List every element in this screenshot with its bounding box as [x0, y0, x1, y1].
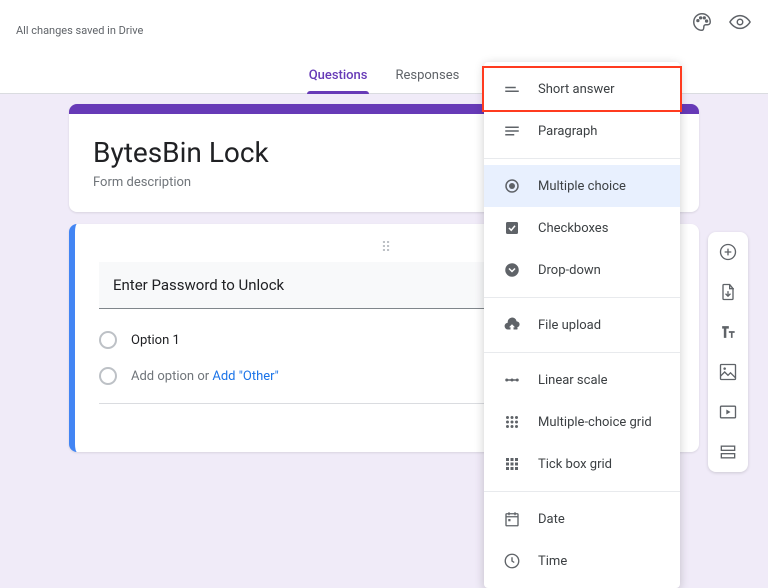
palette-icon[interactable]	[690, 10, 714, 34]
add-image-icon[interactable]	[718, 362, 738, 382]
dropdown-item-paragraph[interactable]: Paragraph	[484, 110, 680, 152]
option-label: Option 1	[131, 333, 180, 348]
tab-questions[interactable]: Questions	[309, 60, 368, 93]
radio-icon	[99, 331, 117, 349]
add-option-button[interactable]: Add option	[131, 369, 194, 384]
add-section-icon[interactable]	[718, 442, 738, 462]
add-title-icon[interactable]	[718, 322, 738, 342]
question-type-dropdown: Short answer Paragraph Multiple choice C…	[484, 62, 680, 588]
dropdown-item-file-upload[interactable]: File upload	[484, 304, 680, 346]
short-answer-icon	[502, 79, 522, 99]
import-questions-icon[interactable]	[718, 282, 738, 302]
preview-icon[interactable]	[728, 10, 752, 34]
add-question-icon[interactable]	[718, 242, 738, 262]
linear-scale-icon	[502, 370, 522, 390]
grid-square-icon	[502, 454, 522, 474]
paragraph-icon	[502, 121, 522, 141]
cloud-upload-icon	[502, 315, 522, 335]
separator	[484, 491, 680, 492]
dropdown-icon	[502, 260, 522, 280]
radio-icon	[502, 176, 522, 196]
checkbox-icon	[502, 218, 522, 238]
dropdown-item-checkboxes[interactable]: Checkboxes	[484, 207, 680, 249]
separator	[484, 352, 680, 353]
grid-icon	[502, 412, 522, 432]
dropdown-item-linear-scale[interactable]: Linear scale	[484, 359, 680, 401]
calendar-icon	[502, 509, 522, 529]
dropdown-item-date[interactable]: Date	[484, 498, 680, 540]
tab-responses[interactable]: Responses	[395, 60, 459, 93]
clock-icon	[502, 551, 522, 571]
dropdown-item-mc-grid[interactable]: Multiple-choice grid	[484, 401, 680, 443]
separator	[484, 297, 680, 298]
dropdown-item-multiple-choice[interactable]: Multiple choice	[484, 165, 680, 207]
dropdown-item-time[interactable]: Time	[484, 540, 680, 582]
radio-icon	[99, 367, 117, 385]
top-icons	[690, 10, 752, 34]
separator	[484, 158, 680, 159]
dropdown-item-dropdown[interactable]: Drop-down	[484, 249, 680, 291]
add-video-icon[interactable]	[718, 402, 738, 422]
dropdown-item-tick-grid[interactable]: Tick box grid	[484, 443, 680, 485]
save-status: All changes saved in Drive	[16, 24, 143, 37]
side-toolbar	[708, 232, 748, 472]
add-other-button[interactable]: Add "Other"	[212, 369, 278, 384]
dropdown-item-short-answer[interactable]: Short answer	[482, 66, 682, 112]
topbar: All changes saved in Drive	[0, 0, 768, 60]
